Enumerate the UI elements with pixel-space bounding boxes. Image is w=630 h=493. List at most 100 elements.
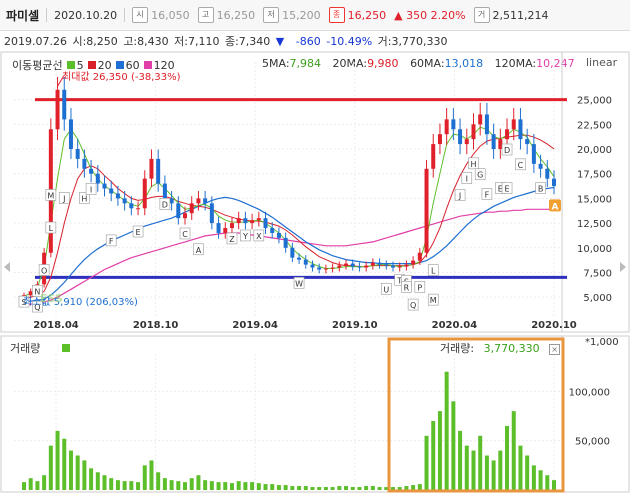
volume-bar bbox=[62, 438, 67, 490]
volume-bar bbox=[283, 485, 288, 490]
pattern-mark-letter: F bbox=[109, 237, 114, 246]
pattern-mark-letter: W bbox=[295, 279, 303, 288]
candle-body bbox=[424, 168, 429, 253]
volume-bar bbox=[229, 483, 234, 490]
close-icon[interactable]: × bbox=[549, 344, 561, 355]
pattern-mark-letter: D bbox=[504, 146, 510, 155]
pattern-mark-letter: E bbox=[505, 185, 510, 194]
candle-body bbox=[209, 203, 214, 224]
candle-body bbox=[290, 247, 295, 258]
pattern-mark-letter: Z bbox=[229, 235, 235, 244]
candle-body bbox=[216, 223, 221, 233]
candle-body bbox=[95, 173, 100, 184]
x-tick-label: 2020.10 bbox=[531, 320, 577, 331]
candle-body bbox=[491, 134, 496, 150]
volume-bar bbox=[458, 430, 463, 490]
volume-bar bbox=[444, 371, 449, 490]
volume-bar bbox=[35, 481, 40, 490]
pattern-mark-letter: Y bbox=[242, 232, 248, 241]
candle-body bbox=[122, 198, 127, 204]
volume-bar bbox=[89, 468, 94, 490]
pattern-mark-letter: A bbox=[196, 246, 202, 255]
pattern-mark-letter: G bbox=[477, 171, 483, 180]
candle-body bbox=[323, 268, 328, 270]
candle-body bbox=[55, 89, 60, 130]
pattern-mark-letter: M bbox=[47, 191, 54, 200]
candle-body bbox=[115, 193, 120, 199]
volume-bar bbox=[437, 411, 442, 490]
candle-body bbox=[136, 208, 141, 210]
volume-bar bbox=[48, 445, 53, 490]
volume-bar bbox=[122, 481, 127, 490]
volume-bar bbox=[310, 487, 315, 490]
y-tick-label: 12,500 bbox=[577, 219, 612, 230]
candle-body bbox=[68, 119, 73, 150]
volume-bar bbox=[505, 425, 510, 490]
pattern-mark-letter: J bbox=[458, 191, 461, 200]
y-tick-label: 22,500 bbox=[577, 120, 612, 131]
candle-body bbox=[156, 158, 161, 184]
volume-bar bbox=[471, 450, 476, 490]
candle-body bbox=[357, 266, 362, 268]
volume-bar bbox=[478, 435, 483, 490]
volume-bar bbox=[323, 487, 328, 490]
candle-body bbox=[417, 252, 422, 261]
volume-bar bbox=[337, 486, 342, 490]
volume-swatch bbox=[62, 344, 71, 352]
volume-bar bbox=[250, 482, 255, 490]
volume-bar bbox=[370, 486, 375, 490]
volume-highlight-box bbox=[387, 337, 565, 493]
volume-bar bbox=[42, 475, 47, 490]
candle-body bbox=[142, 178, 147, 209]
candle-body bbox=[538, 163, 543, 169]
pattern-mark-letter: E bbox=[136, 228, 141, 237]
volume-bar bbox=[109, 478, 114, 490]
candle-body bbox=[498, 139, 503, 150]
candle-body bbox=[444, 119, 449, 135]
candle-body bbox=[431, 144, 436, 169]
volume-bar bbox=[518, 445, 523, 490]
volume-bar bbox=[149, 460, 154, 490]
candle-body bbox=[256, 218, 261, 221]
pattern-mark-letter: L bbox=[431, 267, 436, 276]
candle-body bbox=[28, 291, 33, 296]
candle-body bbox=[511, 119, 516, 130]
candle-body bbox=[243, 218, 248, 224]
volume-bar bbox=[297, 486, 302, 490]
volume-bar bbox=[82, 460, 87, 490]
candle-body bbox=[82, 158, 87, 169]
volume-bar bbox=[142, 465, 147, 490]
volume-bar bbox=[223, 482, 228, 490]
price-chart: 25,000 22,500 20,000 17,500 15,000 12,500 10,0… bbox=[0, 51, 630, 493]
candle-body bbox=[149, 158, 154, 179]
candle-body bbox=[263, 218, 268, 229]
pattern-mark-letter: H bbox=[81, 194, 87, 203]
pattern-mark-letter: I bbox=[466, 175, 468, 184]
volume-bar bbox=[498, 450, 503, 490]
pattern-mark-letter: C bbox=[182, 230, 188, 239]
y-tick-label: 17,500 bbox=[577, 170, 612, 181]
candle-body bbox=[364, 265, 369, 268]
volume-bar bbox=[377, 487, 382, 490]
pattern-mark-letter: D bbox=[162, 200, 168, 209]
volume-bar bbox=[95, 472, 100, 490]
pattern-mark-letter: F bbox=[485, 190, 490, 199]
volume-bar bbox=[451, 401, 456, 490]
candle-body bbox=[484, 114, 489, 135]
x-tick-label: 2018.10 bbox=[133, 320, 179, 331]
y-tick-label: 5,000 bbox=[583, 293, 612, 304]
volume-bar bbox=[303, 486, 308, 490]
candle-body bbox=[62, 89, 67, 120]
volume-bar bbox=[411, 485, 416, 490]
candle-body bbox=[229, 223, 234, 229]
volume-tick-label: 100,000 bbox=[569, 387, 610, 398]
pattern-mark-letter: L bbox=[49, 224, 54, 233]
candle-body bbox=[531, 144, 536, 164]
volume-bar bbox=[538, 470, 543, 490]
candle-body bbox=[471, 124, 476, 140]
volume-bar bbox=[129, 481, 134, 490]
candle-body bbox=[89, 168, 94, 174]
candle-body bbox=[404, 264, 409, 267]
candle-body bbox=[377, 262, 382, 265]
candle-body bbox=[310, 264, 315, 268]
